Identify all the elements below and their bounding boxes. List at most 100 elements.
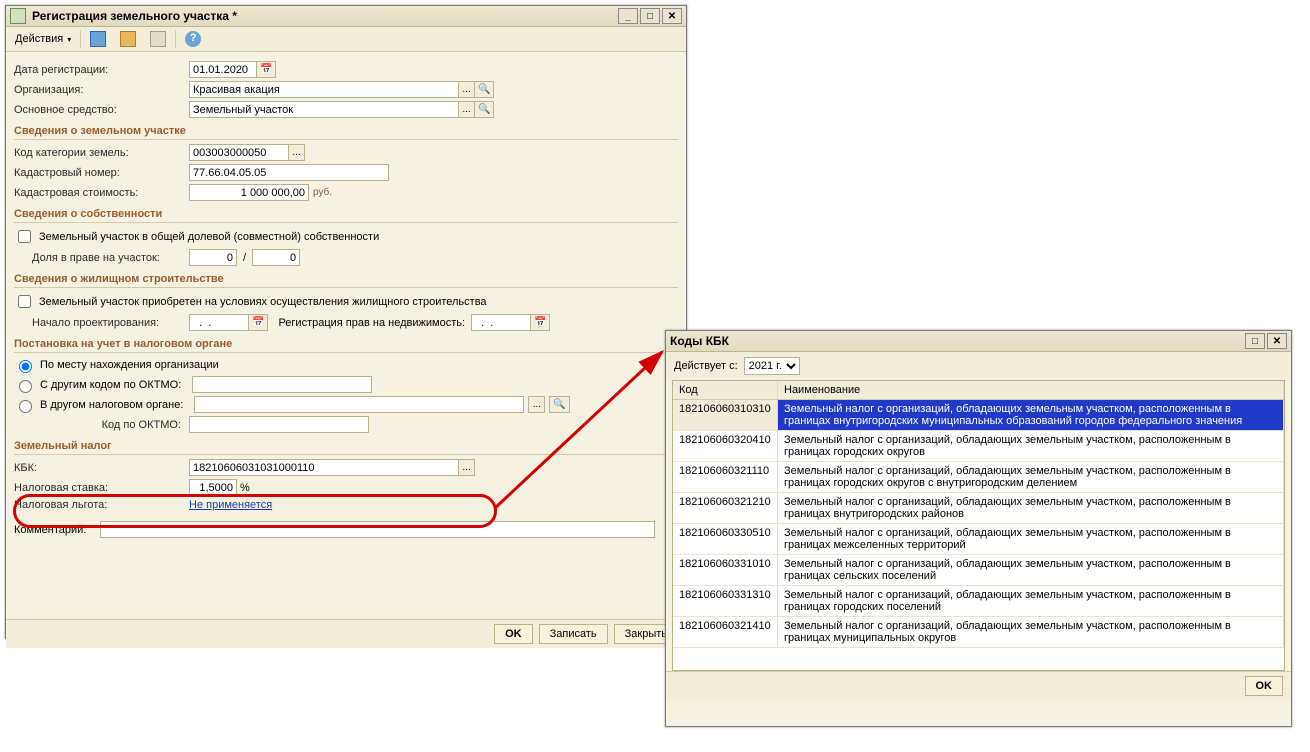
- titlebar[interactable]: Регистрация земельного участка * _ □ ✕: [6, 6, 686, 27]
- taxreg-radio-2[interactable]: [19, 380, 32, 393]
- cadastral-no-input[interactable]: [189, 164, 389, 181]
- shared-ownership-checkbox[interactable]: [18, 230, 31, 243]
- grid-blank-space: [673, 648, 1284, 670]
- org-input[interactable]: [189, 81, 459, 98]
- reg-rights-input[interactable]: [471, 314, 531, 331]
- table-row[interactable]: 18210606031​0310Земельный налог с органи…: [673, 400, 1284, 431]
- kbk-ok-button[interactable]: OK: [1245, 676, 1284, 696]
- currency-label: руб.: [313, 187, 332, 198]
- table-row[interactable]: 18210606032​1410Земельный налог с органи…: [673, 617, 1284, 648]
- cat-code-select-button[interactable]: ...: [288, 144, 305, 161]
- doc-button[interactable]: [145, 28, 171, 50]
- oktmo-input[interactable]: [189, 416, 369, 433]
- table-row[interactable]: 18210606033​1010Земельный налог с органи…: [673, 555, 1284, 586]
- cat-code-input[interactable]: [189, 144, 289, 161]
- table-row[interactable]: 18210606032​1110Земельный налог с органи…: [673, 462, 1284, 493]
- asset-select-button[interactable]: ...: [458, 101, 475, 118]
- comment-label: Комментарий:: [14, 524, 100, 536]
- reg-rights-label: Регистрация прав на недвижимость:: [278, 317, 465, 329]
- cell-code: 18210606032​1110: [673, 462, 778, 492]
- cell-code: 18210606032​0410: [673, 431, 778, 461]
- kbk-titlebar[interactable]: Коды КБК □ ✕: [666, 331, 1291, 352]
- filter-row: Действует с: 2021 г.: [666, 352, 1291, 380]
- kbk-footer: OK: [666, 671, 1291, 700]
- share-num-input[interactable]: [189, 249, 237, 266]
- section-ownership: Сведения о собственности: [14, 208, 678, 223]
- design-start-label: Начало проектирования:: [14, 317, 189, 329]
- comment-input[interactable]: [100, 521, 655, 538]
- design-start-input[interactable]: [189, 314, 249, 331]
- cell-name: Земельный налог с организаций, обладающи…: [778, 586, 1284, 616]
- reg-rights-picker[interactable]: 📅: [530, 314, 550, 331]
- write-button[interactable]: Записать: [539, 624, 608, 644]
- tax-authority-input[interactable]: [194, 396, 524, 413]
- shared-ownership-label: Земельный участок в общей долевой (совме…: [39, 231, 379, 243]
- table-row[interactable]: 18210606033​0510Земельный налог с органи…: [673, 524, 1284, 555]
- date-input[interactable]: [189, 61, 257, 78]
- save-button[interactable]: [85, 28, 111, 50]
- section-tax-registration: Постановка на учет в налоговом органе: [14, 338, 678, 353]
- grid-body: 18210606031​0310Земельный налог с органи…: [673, 400, 1284, 648]
- header-name[interactable]: Наименование: [778, 381, 1284, 399]
- percent-label: %: [240, 482, 250, 494]
- cell-name: Земельный налог с организаций, обладающи…: [778, 617, 1284, 647]
- maximize-button[interactable]: □: [640, 8, 660, 24]
- design-start-picker[interactable]: 📅: [248, 314, 268, 331]
- taxreg-radio-1[interactable]: [19, 360, 32, 373]
- refresh-icon: [120, 31, 136, 47]
- taxreg-label-3: В другом налоговом органе:: [40, 399, 183, 411]
- help-button[interactable]: ?: [180, 28, 206, 50]
- refresh-button[interactable]: [115, 28, 141, 50]
- window-title: Регистрация земельного участка *: [32, 9, 237, 23]
- kbk-close-button[interactable]: ✕: [1267, 333, 1287, 349]
- taxreg-label-1: По месту нахождения организации: [40, 359, 219, 371]
- cadastral-val-label: Кадастровая стоимость:: [14, 187, 189, 199]
- cadastral-val-input[interactable]: [189, 184, 309, 201]
- org-open-button[interactable]: 🔍: [474, 81, 494, 98]
- share-den-input[interactable]: [252, 249, 300, 266]
- cell-name: Земельный налог с организаций, обладающи…: [778, 493, 1284, 523]
- cell-code: 18210606033​1310: [673, 586, 778, 616]
- asset-open-button[interactable]: 🔍: [474, 101, 494, 118]
- kbk-select-button[interactable]: ...: [458, 459, 475, 476]
- benefit-link[interactable]: Не применяется: [189, 499, 272, 511]
- close-button[interactable]: ✕: [662, 8, 682, 24]
- year-combo[interactable]: 2021 г.: [744, 357, 800, 375]
- section-housing: Сведения о жилищном строительстве: [14, 273, 678, 288]
- rate-input[interactable]: [189, 479, 237, 496]
- section-land-tax: Земельный налог: [14, 440, 678, 455]
- taxreg-radio-3[interactable]: [19, 400, 32, 413]
- grid-header: Код Наименование: [673, 381, 1284, 400]
- asset-input[interactable]: [189, 101, 459, 118]
- cell-name: Земельный налог с организаций, обладающи…: [778, 555, 1284, 585]
- cell-code: 18210606031​0310: [673, 400, 778, 430]
- date-picker-button[interactable]: 📅: [256, 61, 276, 78]
- oktmo-label: Код по ОКТМО:: [14, 419, 189, 431]
- cat-code-label: Код категории земель:: [14, 147, 189, 159]
- taxreg-label-2: С другим кодом по ОКТМО:: [40, 379, 181, 391]
- filter-label: Действует с:: [674, 360, 738, 372]
- tax-authority-select-button[interactable]: ...: [528, 396, 545, 413]
- org-select-button[interactable]: ...: [458, 81, 475, 98]
- kbk-grid: Код Наименование 18210606031​0310Земельн…: [672, 380, 1285, 671]
- cell-code: 18210606032​1210: [673, 493, 778, 523]
- header-code[interactable]: Код: [673, 381, 778, 399]
- kbk-input[interactable]: [189, 459, 459, 476]
- tax-authority-open-button[interactable]: 🔍: [549, 396, 569, 413]
- footer: OK Записать Закрыть: [6, 619, 686, 648]
- minimize-button[interactable]: _: [618, 8, 638, 24]
- help-icon: ?: [185, 31, 201, 47]
- cadastral-no-label: Кадастровый номер:: [14, 167, 189, 179]
- kbk-codes-window: Коды КБК □ ✕ Действует с: 2021 г. Код На…: [665, 330, 1292, 727]
- oktmo-other-input[interactable]: [192, 376, 372, 393]
- kbk-maximize-button[interactable]: □: [1245, 333, 1265, 349]
- cell-name: Земельный налог с организаций, обладающи…: [778, 400, 1284, 430]
- actions-menu[interactable]: Действия▾: [10, 30, 76, 48]
- housing-checkbox[interactable]: [18, 295, 31, 308]
- ok-button[interactable]: OK: [494, 624, 533, 644]
- table-row[interactable]: 18210606032​1210Земельный налог с органи…: [673, 493, 1284, 524]
- doc-icon: [150, 31, 166, 47]
- table-row[interactable]: 18210606032​0410Земельный налог с органи…: [673, 431, 1284, 462]
- table-row[interactable]: 18210606033​1310Земельный налог с органи…: [673, 586, 1284, 617]
- cell-name: Земельный налог с организаций, обладающи…: [778, 524, 1284, 554]
